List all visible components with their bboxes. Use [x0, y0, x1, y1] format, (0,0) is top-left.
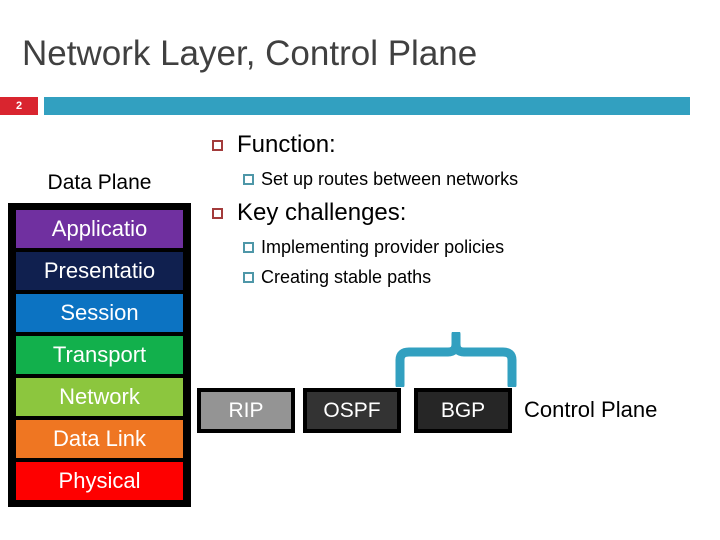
osi-layer-session: Session: [16, 294, 183, 332]
square-outline-teal-icon: [243, 174, 254, 185]
brace-svg: [395, 329, 517, 390]
data-plane-label: Data Plane: [47, 171, 152, 194]
slide-number-badge: 2: [0, 97, 38, 115]
square-outline-red-icon: [212, 140, 223, 151]
protocol-box-rip: RIP: [197, 388, 295, 433]
bullet-text: Function:: [237, 131, 336, 158]
osi-layer-presentatio: Presentatio: [16, 252, 183, 290]
bullet-item: Creating stable paths: [243, 262, 712, 292]
osi-layer-stack: Applicatio Presentatio Session Transport Net…: [8, 203, 191, 507]
square-outline-teal-icon: [243, 272, 254, 283]
osi-layer-physical: Physical: [16, 462, 183, 500]
bullet-item: Set up routes between networks: [243, 164, 712, 194]
accent-rule: [44, 97, 690, 115]
square-outline-red-icon: [212, 208, 223, 219]
bullet-text: Key challenges:: [237, 199, 407, 226]
control-plane-label: Control Plane: [524, 397, 658, 422]
bullet-list: Function: Set up routes between networks K…: [212, 126, 712, 292]
bullet-item: Function:: [212, 126, 712, 164]
bullet-item: Key challenges:: [212, 194, 712, 232]
bullet-text: Implementing provider policies: [261, 237, 505, 257]
bullet-item: Implementing provider policies: [243, 232, 712, 262]
page-title: Network Layer, Control Plane: [22, 34, 478, 73]
header-accent-bar: 2: [0, 97, 690, 115]
osi-layer-network: Network: [16, 378, 183, 416]
osi-layer-transport: Transport: [16, 336, 183, 374]
osi-layer-data-link: Data Link: [16, 420, 183, 458]
control-plane-brace-icon: [395, 329, 517, 390]
bullet-text: Set up routes between networks: [261, 169, 519, 189]
square-outline-teal-icon: [243, 242, 254, 253]
osi-layer-applicatio: Applicatio: [16, 210, 183, 248]
protocol-box-ospf: OSPF: [303, 388, 401, 433]
bullet-text: Creating stable paths: [261, 267, 432, 287]
protocol-box-bgp: BGP: [414, 388, 512, 433]
